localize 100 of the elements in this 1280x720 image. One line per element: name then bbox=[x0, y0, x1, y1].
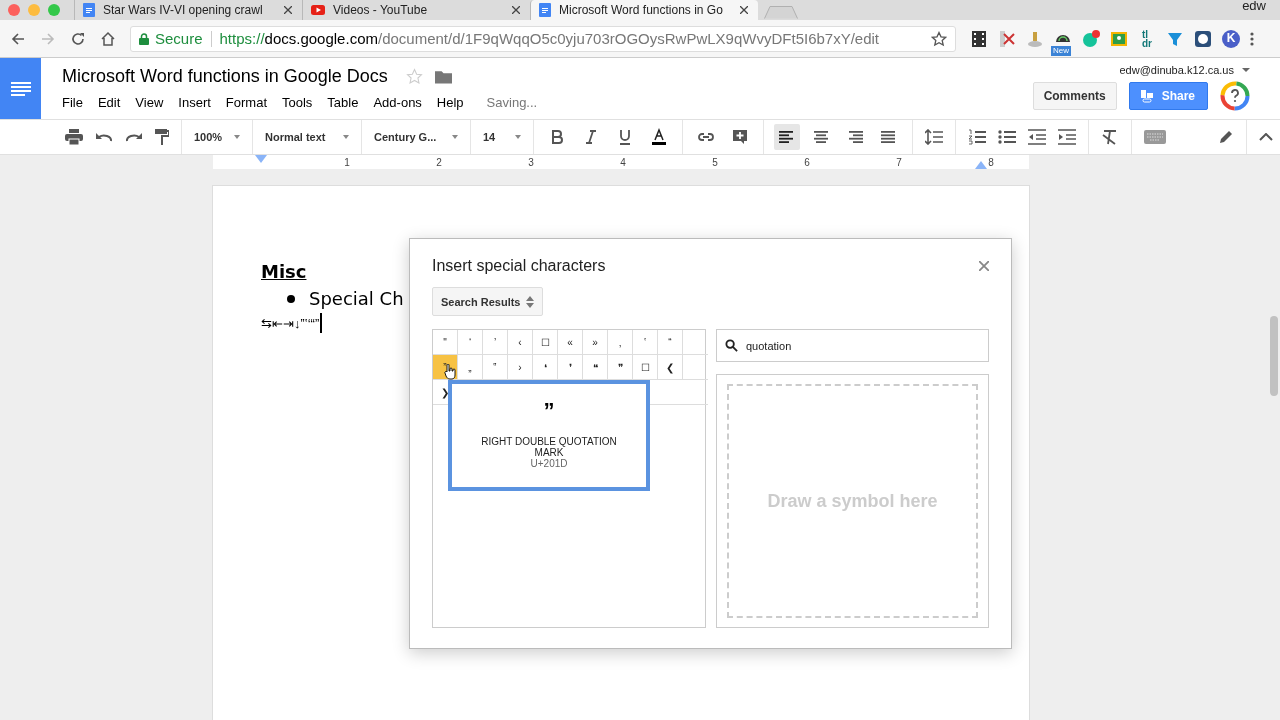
character-name: RIGHT DOUBLE QUOTATION MARK bbox=[480, 436, 618, 458]
bulleted-list-icon[interactable] bbox=[998, 129, 1016, 145]
home-icon[interactable] bbox=[100, 30, 116, 47]
character-cell[interactable]: ’ bbox=[483, 330, 508, 355]
print-icon[interactable] bbox=[65, 129, 83, 145]
url-text: https://docs.google.com/document/d/1F9qWqqO5c0yju703rOGOysRwPwLX9qWvyDFt5I6b7xY/edit bbox=[219, 30, 881, 47]
dialog-title: Insert special characters bbox=[432, 257, 606, 275]
character-cell[interactable]: ☐ bbox=[533, 330, 558, 355]
browser-tab[interactable]: Microsoft Word functions in Go bbox=[530, 0, 758, 20]
bookmark-star-icon[interactable] bbox=[931, 30, 947, 47]
saving-status: Saving... bbox=[486, 95, 538, 110]
help-icon[interactable] bbox=[1220, 81, 1250, 111]
character-code: U+201D bbox=[530, 458, 568, 469]
ruler-number: 3 bbox=[527, 156, 535, 168]
zoom-dropdown[interactable]: 100% bbox=[194, 131, 240, 143]
account-email[interactable]: edw@dinuba.k12.ca.us bbox=[1119, 64, 1234, 76]
pencil-icon[interactable] bbox=[1218, 129, 1234, 145]
align-left-icon bbox=[778, 128, 796, 146]
menu-item[interactable]: Insert bbox=[178, 95, 211, 110]
tab-title: Microsoft Word functions in Go bbox=[559, 3, 724, 17]
new-badge: New bbox=[1051, 45, 1071, 56]
indent-marker-icon[interactable] bbox=[975, 161, 987, 169]
search-field[interactable]: quotation bbox=[716, 329, 989, 362]
align-center-icon bbox=[812, 128, 830, 146]
collapse-icon[interactable] bbox=[1259, 133, 1273, 141]
folder-icon[interactable] bbox=[434, 69, 452, 84]
sort-arrows-icon bbox=[526, 295, 535, 308]
font-size-dropdown[interactable]: 14 bbox=[483, 131, 521, 143]
comment-icon bbox=[731, 128, 749, 146]
ruler-number: 6 bbox=[803, 156, 811, 168]
redo-icon[interactable] bbox=[125, 131, 143, 143]
star-icon[interactable] bbox=[405, 68, 423, 85]
character-cell[interactable]: ‘ bbox=[458, 330, 483, 355]
menu-lines-icon bbox=[10, 81, 31, 96]
close-icon[interactable] bbox=[740, 6, 748, 14]
more-icon[interactable] bbox=[1250, 30, 1254, 47]
close-icon[interactable] bbox=[284, 6, 292, 14]
ruler-number: 5 bbox=[711, 156, 719, 168]
category-dropdown[interactable]: Search Results bbox=[432, 287, 544, 316]
search-icon bbox=[725, 339, 738, 352]
align-right-icon bbox=[846, 128, 864, 146]
increase-indent-icon[interactable] bbox=[1058, 129, 1076, 145]
text-color-icon bbox=[650, 128, 668, 146]
character-cell[interactable]: ‛ bbox=[633, 330, 658, 355]
secure-label: Secure bbox=[155, 30, 203, 47]
document-icon bbox=[83, 3, 95, 17]
style-dropdown[interactable]: Normal text bbox=[265, 131, 349, 143]
character-cell[interactable]: ‹ bbox=[508, 330, 533, 355]
decrease-indent-icon[interactable] bbox=[1028, 129, 1046, 145]
extension-icon[interactable] bbox=[1194, 29, 1212, 48]
justify-icon bbox=[880, 128, 898, 146]
font-dropdown[interactable]: Century G... bbox=[374, 131, 458, 143]
scissors-icon[interactable] bbox=[998, 29, 1016, 48]
docs-home-button[interactable] bbox=[0, 58, 41, 119]
lock-icon bbox=[139, 32, 149, 45]
comments-button[interactable]: Comments bbox=[1032, 82, 1117, 110]
ruler-number: 2 bbox=[435, 156, 443, 168]
character-cell[interactable]: ❮ bbox=[658, 355, 683, 380]
menu-item[interactable]: Help bbox=[436, 95, 464, 110]
document-heading: Misc bbox=[261, 261, 307, 282]
document-icon bbox=[539, 3, 551, 17]
tab-title: Videos - YouTube bbox=[333, 3, 429, 17]
menu-item[interactable]: Format bbox=[225, 95, 267, 110]
menu-item[interactable]: Add-ons bbox=[373, 95, 422, 110]
close-icon[interactable] bbox=[512, 6, 520, 14]
extension-button[interactable]: tl dr bbox=[1138, 29, 1156, 48]
bullet-text: Special Ch bbox=[309, 288, 404, 309]
menu-item[interactable]: Tools bbox=[282, 95, 313, 110]
menu-item[interactable]: Edit bbox=[97, 95, 121, 110]
film-icon[interactable] bbox=[970, 29, 988, 48]
clear-formatting-icon[interactable] bbox=[1101, 129, 1119, 145]
bullet-icon bbox=[287, 294, 295, 303]
text-cursor bbox=[320, 313, 323, 333]
play-icon bbox=[311, 5, 325, 15]
character-cell[interactable]: « bbox=[558, 330, 583, 355]
document-title[interactable]: Microsoft Word functions in Google Docs bbox=[62, 66, 388, 87]
scrollbar-thumb[interactable] bbox=[1270, 316, 1278, 396]
menu-item[interactable]: Table bbox=[327, 95, 359, 110]
profile-name[interactable]: edw bbox=[1242, 0, 1266, 13]
address-field[interactable]: Secure https://docs.google.com/document/d/1F9qWqqO5c0yju703rOGOysRwPwLX9qWvyDFt5I6b7xY/edit bbox=[130, 25, 956, 52]
reload-icon[interactable] bbox=[70, 30, 86, 47]
inserted-characters: ⇆⇤⇥↓‟‛‘“” bbox=[261, 315, 320, 331]
people-icon bbox=[1139, 89, 1154, 103]
menu-item[interactable]: File bbox=[62, 95, 83, 110]
character-cell[interactable]: ‚ bbox=[608, 330, 633, 355]
tab-title: Star Wars IV-VI opening crawl bbox=[103, 3, 264, 17]
line-spacing-icon[interactable] bbox=[925, 129, 943, 145]
menu-item[interactable]: View bbox=[135, 95, 164, 110]
numbered-list-icon[interactable] bbox=[968, 129, 986, 145]
ruler-number: 1 bbox=[343, 156, 351, 168]
preview-character: ” bbox=[543, 398, 555, 425]
undo-icon[interactable] bbox=[95, 131, 113, 143]
extension-button[interactable]: K bbox=[1222, 29, 1240, 48]
ruler-number: 4 bbox=[619, 156, 627, 168]
paint-format-icon[interactable] bbox=[155, 129, 169, 145]
back-icon[interactable] bbox=[10, 30, 26, 47]
character-cell[interactable]: “ bbox=[658, 330, 683, 355]
caret-icon[interactable] bbox=[1242, 68, 1250, 72]
align-left-button[interactable] bbox=[774, 124, 800, 150]
character-cell[interactable]: » bbox=[583, 330, 608, 355]
